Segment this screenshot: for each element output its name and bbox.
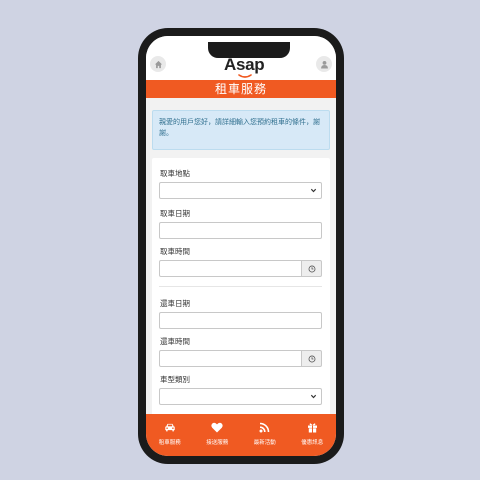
pickup-time-label: 取車時間 — [160, 247, 190, 256]
car-type-select[interactable] — [159, 388, 322, 405]
pickup-time-input[interactable] — [159, 260, 302, 277]
pickup-time-field — [159, 260, 322, 277]
booking-form: 取車地點 取車日期 取車時間 還車日期 還車時間 車型類別 — [152, 158, 330, 428]
car-icon — [165, 423, 175, 431]
heart-icon — [211, 422, 223, 432]
pickup-date-label: 取車日期 — [160, 209, 190, 218]
return-time-input[interactable] — [159, 350, 302, 367]
phone-screen: Asap 租車服務 親愛的用戶您好，請詳細輸入您預約租車的條件，謝謝。 取車地點 — [146, 36, 336, 456]
pickup-date-input[interactable] — [159, 222, 322, 239]
pickup-time-clock-button[interactable] — [302, 260, 322, 277]
nav-label: 優惠訊息 — [301, 440, 324, 446]
clock-icon — [308, 265, 315, 272]
return-date-input[interactable] — [159, 312, 322, 329]
nav-label: 租車服務 — [158, 440, 181, 446]
return-time-label: 還車時間 — [160, 337, 190, 346]
main-content[interactable]: 親愛的用戶您好，請詳細輸入您預約租車的條件，謝謝。 取車地點 取車日期 取車時間 — [146, 98, 336, 428]
pickup-location-label: 取車地點 — [160, 169, 190, 178]
phone-frame: Asap 租車服務 親愛的用戶您好，請詳細輸入您預約租車的條件，謝謝。 取車地點 — [138, 28, 344, 464]
rss-icon — [259, 422, 270, 432]
user-button[interactable] — [316, 56, 332, 72]
pickup-location-select[interactable] — [159, 182, 322, 199]
nav-item-shuttle[interactable]: 接送服務 — [194, 414, 242, 456]
user-icon — [320, 60, 328, 69]
return-time-clock-button[interactable] — [302, 350, 322, 367]
nav-label: 最新活動 — [253, 440, 276, 446]
logo-smile-icon — [238, 74, 252, 78]
notice-alert: 親愛的用戶您好，請詳細輸入您預約租車的條件，謝謝。 — [152, 110, 330, 150]
clock-icon — [308, 355, 315, 362]
home-button[interactable] — [150, 56, 166, 72]
return-date-label: 還車日期 — [160, 299, 190, 308]
chevron-down-icon — [310, 188, 317, 193]
nav-item-news[interactable]: 最新活動 — [241, 414, 289, 456]
nav-item-offers[interactable]: 優惠訊息 — [289, 414, 337, 456]
chevron-down-icon — [310, 394, 317, 399]
page-title: 租車服務 — [146, 80, 336, 98]
form-divider — [159, 286, 322, 287]
home-icon — [154, 60, 162, 68]
gift-icon — [307, 422, 317, 432]
nav-item-car-rental[interactable]: 租車服務 — [146, 414, 194, 456]
bottom-nav: 租車服務 接送服務 最新活動 優惠訊息 — [146, 414, 336, 456]
app-logo: Asap — [224, 55, 265, 74]
nav-label: 接送服務 — [206, 440, 229, 446]
phone-notch — [208, 42, 290, 58]
car-type-label: 車型類別 — [160, 375, 190, 384]
return-time-field — [159, 350, 322, 367]
